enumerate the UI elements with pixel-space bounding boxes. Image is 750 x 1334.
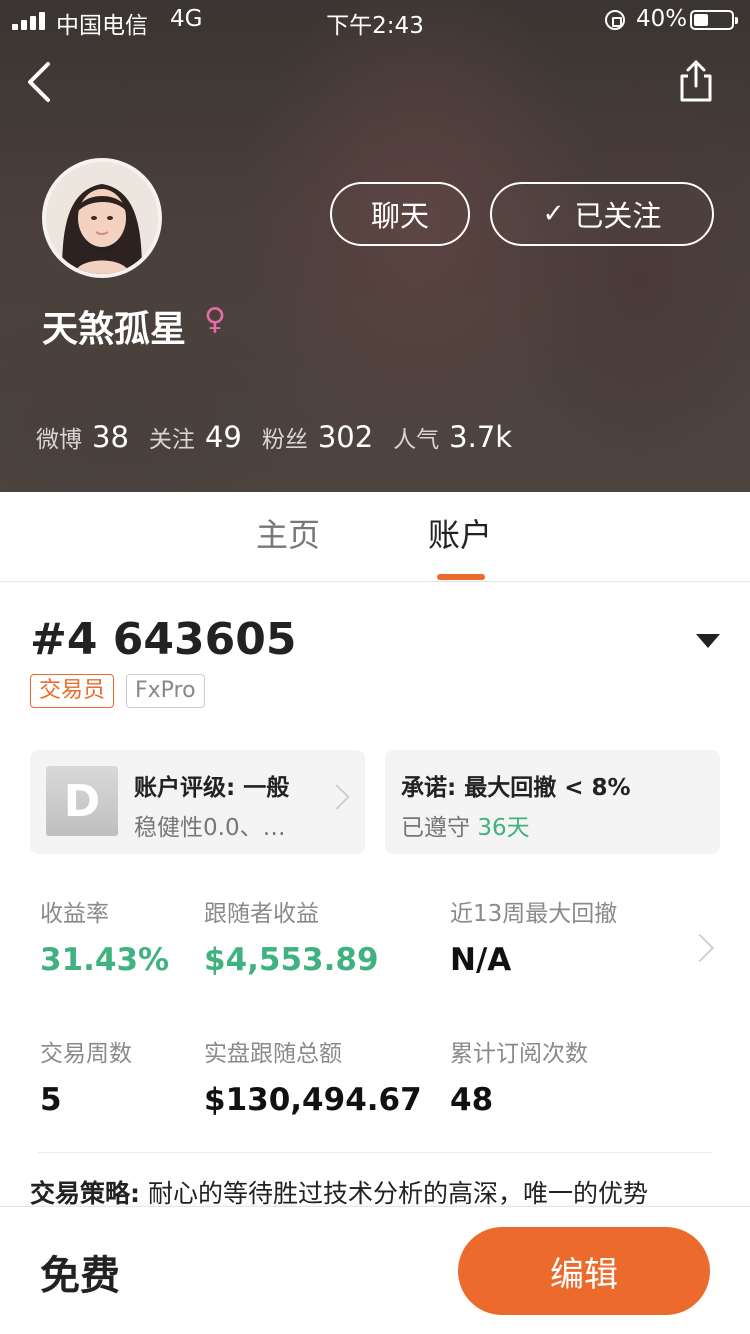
- bottom-action-bar: 免费 编辑: [0, 1206, 750, 1334]
- avatar[interactable]: [42, 158, 162, 278]
- share-button[interactable]: [670, 56, 722, 108]
- trading-strategy: 交易策略: 耐心的等待胜过技术分析的高深，唯一的优势: [30, 1174, 730, 1210]
- divider: [38, 1152, 712, 1153]
- username: 天煞孤星: [42, 309, 187, 350]
- chat-button-label: 聊天: [370, 199, 429, 233]
- metric-value-total-follow-amount: $130,494.67: [204, 1082, 422, 1118]
- metric-value-return: 31.43%: [40, 942, 170, 978]
- metric-label-max-drawdown: 近13周最大回撤: [450, 901, 618, 927]
- stat-label-fans[interactable]: 粉丝: [262, 420, 308, 454]
- account-title: #4 643605: [30, 614, 297, 665]
- profile-tabs: 主页 账户: [0, 492, 750, 582]
- strategy-text: 耐心的等待胜过技术分析的高深，唯一的优势: [147, 1179, 648, 1208]
- stat-value-weibo[interactable]: 38: [92, 420, 129, 454]
- checkmark-icon: ✓: [542, 199, 565, 229]
- metric-label-follower-profit: 跟随者收益: [204, 901, 319, 927]
- chevron-right-icon: [324, 784, 350, 810]
- battery-percent: 40%: [636, 6, 688, 32]
- stat-value-popularity: 3.7k: [449, 420, 513, 454]
- metric-label-trading-weeks: 交易周数: [40, 1041, 132, 1067]
- metric-value-follower-profit: $4,553.89: [204, 942, 379, 978]
- promise-title: 承诺: 最大回撤 < 8%: [401, 775, 631, 801]
- metric-value-max-drawdown: N/A: [450, 942, 512, 978]
- promise-status: 已遵守 36天: [401, 808, 530, 842]
- stat-value-following[interactable]: 49: [205, 420, 242, 454]
- rotation-lock-icon: [605, 10, 625, 30]
- avatar-photo: [46, 162, 158, 274]
- metric-value-subscriptions: 48: [450, 1082, 494, 1118]
- rating-subtitle: 稳健性0.0、…: [134, 815, 286, 841]
- strategy-label: 交易策略:: [30, 1179, 140, 1208]
- broker-tag: FxPro: [126, 674, 205, 708]
- follow-button[interactable]: ✓ 已关注: [490, 182, 714, 246]
- battery-icon: [690, 10, 738, 30]
- tab-account[interactable]: 账户: [428, 510, 492, 556]
- active-tab-indicator: [437, 574, 485, 580]
- chevron-right-icon[interactable]: [685, 933, 715, 963]
- caret-down-icon[interactable]: [696, 634, 720, 648]
- edit-button-label: 编辑: [550, 1254, 618, 1295]
- metric-label-total-follow-amount: 实盘跟随总额: [204, 1041, 342, 1067]
- account-rating-card[interactable]: D 账户评级: 一般 稳健性0.0、…: [30, 750, 365, 854]
- stat-value-fans[interactable]: 302: [318, 420, 373, 454]
- grade-badge: D: [46, 766, 118, 836]
- share-icon: [680, 60, 712, 102]
- follow-button-label: 已关注: [574, 199, 662, 233]
- promise-card[interactable]: 承诺: 最大回撤 < 8% 已遵守 36天: [385, 750, 720, 854]
- chat-button[interactable]: 聊天: [330, 182, 470, 246]
- female-icon: ♀: [204, 302, 226, 337]
- metric-value-trading-weeks: 5: [40, 1082, 62, 1118]
- status-bar: 中国电信 4G 下午2:43 40%: [0, 0, 750, 40]
- stat-label-following[interactable]: 关注: [149, 420, 195, 454]
- stat-label-weibo[interactable]: 微博: [36, 420, 82, 454]
- back-button[interactable]: [20, 58, 64, 106]
- profile-header: 中国电信 4G 下午2:43 40% 聊天 ✓ 已关注 天煞孤星 ♀ 微博 38…: [0, 0, 750, 492]
- metric-label-return: 收益率: [40, 901, 109, 927]
- chevron-left-icon: [28, 62, 50, 102]
- subscription-price: 免费: [40, 1253, 120, 1299]
- stat-label-popularity: 人气: [393, 427, 440, 453]
- edit-button[interactable]: 编辑: [458, 1227, 710, 1315]
- rating-title: 账户评级: 一般: [134, 775, 290, 801]
- promise-days: 36天: [477, 815, 530, 841]
- tab-home[interactable]: 主页: [256, 510, 320, 556]
- metric-label-subscriptions: 累计订阅次数: [450, 1041, 588, 1067]
- promise-kept-label: 已遵守: [401, 815, 470, 841]
- profile-stats: 微博 38 关注 49 粉丝 302 人气 3.7k: [36, 420, 532, 454]
- role-tag: 交易员: [30, 674, 115, 708]
